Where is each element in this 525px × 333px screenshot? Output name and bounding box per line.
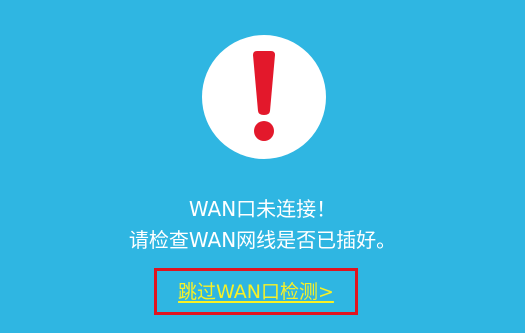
status-subtitle: 请检查WAN网线是否已插好。 <box>128 228 397 252</box>
wan-disconnected-screen: WAN口未连接！ 请检查WAN网线是否已插好。 跳过WAN口检测> <box>0 0 525 333</box>
alert-badge <box>202 35 326 159</box>
skip-wan-check-link[interactable]: 跳过WAN口检测> <box>178 280 334 304</box>
status-title: WAN口未连接！ <box>188 197 337 221</box>
skip-highlight-box: 跳过WAN口检测> <box>154 268 358 315</box>
exclamation-icon <box>244 51 284 143</box>
